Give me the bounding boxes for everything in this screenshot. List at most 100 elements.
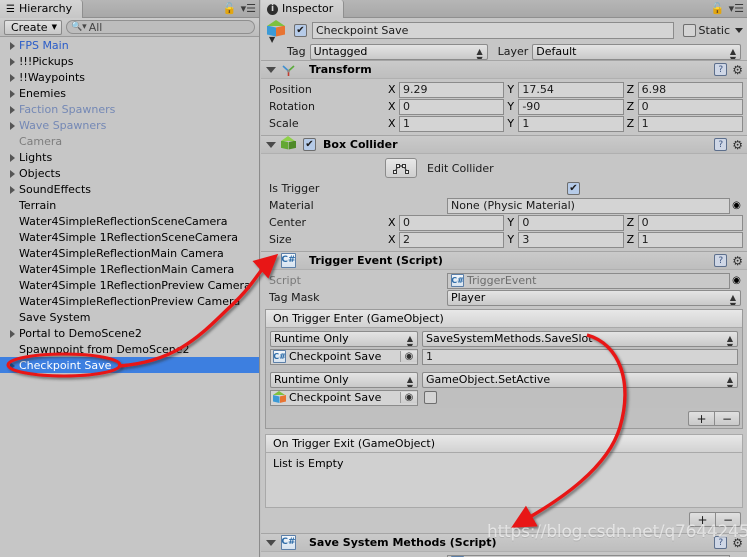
add-event-button[interactable]: + bbox=[688, 411, 714, 426]
event-mode-dropdown[interactable]: Runtime Only ▲ ▼ bbox=[270, 371, 418, 388]
box-collider-header[interactable]: Box Collider ? ⚙ bbox=[261, 135, 747, 154]
tag-mask-dropdown[interactable]: Player ▲ ▼ bbox=[447, 289, 741, 306]
hierarchy-item-save-system[interactable]: Save System bbox=[0, 309, 259, 325]
event-arg-input[interactable]: 1 bbox=[422, 348, 738, 365]
hierarchy-item-checkpoint-save[interactable]: Checkpoint Save bbox=[0, 357, 259, 373]
foldout-icon[interactable] bbox=[266, 257, 276, 264]
event-mode-dropdown[interactable]: Runtime Only ▲ ▼ bbox=[270, 330, 418, 347]
center-z-input[interactable]: 0 bbox=[637, 214, 743, 231]
lock-icon[interactable]: 🔓 bbox=[223, 2, 237, 15]
hierarchy-item-lights[interactable]: Lights bbox=[0, 149, 259, 165]
axis-x-label: X bbox=[388, 100, 396, 113]
event-target-objectfield[interactable]: Checkpoint Save ◉ bbox=[270, 389, 418, 406]
scale-y-input[interactable]: 1 bbox=[518, 115, 624, 132]
hierarchy-item-pickups[interactable]: !!!Pickups bbox=[0, 53, 259, 69]
create-button[interactable]: Create ▼ bbox=[4, 19, 62, 35]
expand-arrow-icon[interactable] bbox=[6, 55, 19, 68]
expand-arrow-icon[interactable] bbox=[6, 39, 19, 52]
expand-arrow-icon[interactable] bbox=[6, 119, 19, 132]
object-picker-icon[interactable]: ◉ bbox=[400, 392, 417, 403]
hierarchy-item-camera[interactable]: Camera bbox=[0, 133, 259, 149]
scale-x-input[interactable]: 1 bbox=[399, 115, 505, 132]
event-target-objectfield[interactable]: C# Checkpoint Save ◉ bbox=[270, 348, 418, 365]
hierarchy-item-wave-spawners[interactable]: Wave Spawners bbox=[0, 117, 259, 133]
chevron-down-icon[interactable] bbox=[735, 28, 743, 33]
object-enabled-checkbox[interactable] bbox=[294, 24, 307, 37]
expand-arrow-icon[interactable] bbox=[6, 87, 19, 100]
hierarchy-item-spawnpoint-from-demoscene2[interactable]: Spawnpoint from DemoScene2 bbox=[0, 341, 259, 357]
size-row: Size X 2 Y 3 Z 1 bbox=[265, 231, 743, 248]
static-checkbox[interactable] bbox=[682, 24, 696, 37]
expand-arrow-icon[interactable] bbox=[6, 151, 19, 164]
object-picker-icon[interactable]: ◉ bbox=[730, 199, 743, 212]
expand-arrow-icon[interactable] bbox=[6, 103, 19, 116]
hierarchy-item-waypoints[interactable]: !!Waypoints bbox=[0, 69, 259, 85]
hierarchy-item-water4simple-1reflectionpreview-camera[interactable]: Water4Simple 1ReflectionPreview Camera bbox=[0, 277, 259, 293]
transform-header[interactable]: Transform ? ⚙ bbox=[261, 61, 747, 79]
help-icon[interactable]: ? bbox=[714, 63, 728, 76]
hierarchy-item-faction-spawners[interactable]: Faction Spawners bbox=[0, 101, 259, 117]
layer-dropdown[interactable]: Default ▲ ▼ bbox=[532, 43, 741, 60]
position-y-input[interactable]: 17.54 bbox=[518, 81, 624, 98]
hierarchy-item-water4simplereflectionscenecamera[interactable]: Water4SimpleReflectionSceneCamera bbox=[0, 213, 259, 229]
help-icon[interactable]: ? bbox=[714, 254, 728, 267]
center-y-input[interactable]: 0 bbox=[518, 214, 624, 231]
hierarchy-item-fps-main[interactable]: FPS Main bbox=[0, 37, 259, 53]
menu-icon[interactable]: ▾☰ bbox=[241, 2, 256, 15]
size-x-input[interactable]: 2 bbox=[399, 231, 505, 248]
expand-arrow-icon[interactable] bbox=[6, 71, 19, 84]
on-trigger-exit-empty: List is Empty bbox=[265, 452, 743, 508]
hierarchy-item-water4simplereflectionpreview-camera[interactable]: Water4SimpleReflectionPreview Camera bbox=[0, 293, 259, 309]
gear-icon[interactable]: ⚙ bbox=[732, 64, 743, 76]
event-arg-checkbox[interactable] bbox=[424, 391, 437, 404]
remove-event-button[interactable]: − bbox=[714, 411, 740, 426]
hierarchy-item-water4simplereflectionmain-camera[interactable]: Water4SimpleReflectionMain Camera bbox=[0, 245, 259, 261]
material-objectfield[interactable]: None (Physic Material) bbox=[447, 197, 730, 214]
event-function-dropdown[interactable]: SaveSystemMethods.SaveSlot ▲ ▼ bbox=[422, 330, 738, 347]
tab-hierarchy[interactable]: ☰ Hierarchy bbox=[0, 0, 84, 18]
tab-inspector[interactable]: i Inspector bbox=[261, 0, 345, 18]
gear-icon[interactable]: ⚙ bbox=[732, 139, 743, 151]
event-function-dropdown[interactable]: GameObject.SetActive ▲ ▼ bbox=[422, 371, 738, 388]
hierarchy-item-soundeffects[interactable]: SoundEffects bbox=[0, 181, 259, 197]
updown-arrows-icon: ▲ ▼ bbox=[729, 46, 736, 60]
expand-arrow-icon[interactable] bbox=[6, 183, 19, 196]
center-x-input[interactable]: 0 bbox=[399, 214, 505, 231]
position-x-input[interactable]: 9.29 bbox=[399, 81, 505, 98]
rotation-x-input[interactable]: 0 bbox=[399, 98, 505, 115]
box-collider-enabled-checkbox[interactable] bbox=[303, 138, 316, 151]
hierarchy-item-terrain[interactable]: Terrain bbox=[0, 197, 259, 213]
hierarchy-item-portal-to-demoscene2[interactable]: Portal to DemoScene2 bbox=[0, 325, 259, 341]
on-trigger-exit-title: On Trigger Exit (GameObject) bbox=[265, 434, 743, 452]
gear-icon[interactable]: ⚙ bbox=[732, 255, 743, 267]
position-z-input[interactable]: 6.98 bbox=[637, 81, 743, 98]
foldout-icon[interactable] bbox=[266, 66, 276, 73]
lock-icon[interactable]: 🔓 bbox=[711, 2, 725, 15]
tag-dropdown[interactable]: Untagged ▲ ▼ bbox=[309, 43, 488, 60]
scale-z-input[interactable]: 1 bbox=[637, 115, 743, 132]
edit-collider-button[interactable] bbox=[385, 158, 417, 178]
object-name-input[interactable]: Checkpoint Save bbox=[312, 22, 674, 39]
rotation-z-input[interactable]: 0 bbox=[637, 98, 743, 115]
menu-icon[interactable]: ▾☰ bbox=[729, 2, 744, 15]
expand-arrow-icon[interactable] bbox=[6, 327, 19, 340]
hierarchy-item-water4simple-1reflectionscenecamera[interactable]: Water4Simple 1ReflectionSceneCamera bbox=[0, 229, 259, 245]
search-input[interactable]: 🔍▾ All bbox=[65, 20, 255, 34]
trigger-event-header[interactable]: C# Trigger Event (Script) ? ⚙ bbox=[261, 252, 747, 270]
is-trigger-checkbox[interactable] bbox=[567, 182, 580, 195]
hierarchy-item-water4simple-1reflectionmain-camera[interactable]: Water4Simple 1ReflectionMain Camera bbox=[0, 261, 259, 277]
object-picker-icon[interactable]: ◉ bbox=[400, 351, 417, 362]
foldout-icon[interactable] bbox=[266, 539, 276, 546]
expand-arrow-icon[interactable] bbox=[6, 167, 19, 180]
hierarchy-item-enemies[interactable]: Enemies bbox=[0, 85, 259, 101]
static-label: Static bbox=[698, 24, 730, 37]
save-system-methods-body: Script C# SaveSystemMethods ◉ bbox=[261, 552, 747, 557]
expand-arrow-icon[interactable] bbox=[6, 359, 19, 372]
static-toggle[interactable]: Static bbox=[682, 24, 743, 37]
size-z-input[interactable]: 1 bbox=[637, 231, 743, 248]
rotation-y-input[interactable]: -90 bbox=[518, 98, 624, 115]
size-y-input[interactable]: 3 bbox=[518, 231, 624, 248]
help-icon[interactable]: ? bbox=[714, 138, 728, 151]
foldout-icon[interactable] bbox=[266, 141, 276, 148]
hierarchy-item-objects[interactable]: Objects bbox=[0, 165, 259, 181]
